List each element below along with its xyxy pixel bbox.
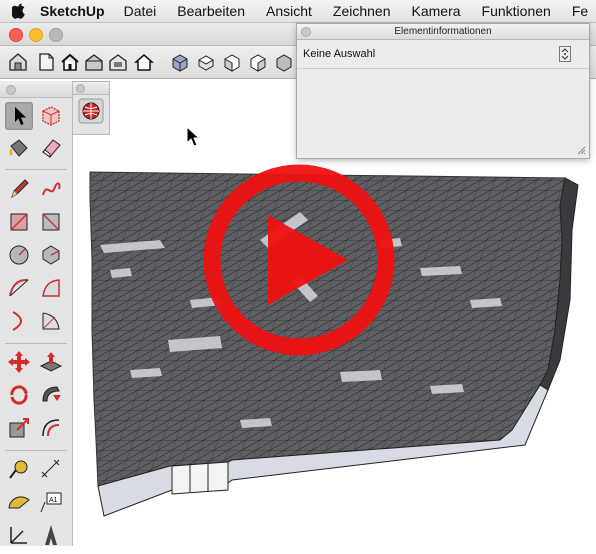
three-point-arc-icon[interactable] bbox=[37, 307, 65, 335]
arc-icon[interactable] bbox=[5, 274, 33, 302]
back-view-icon[interactable] bbox=[274, 52, 294, 72]
top-view-icon[interactable] bbox=[196, 52, 216, 72]
entity-info-close-icon[interactable] bbox=[301, 27, 311, 37]
menu-zeichnen[interactable]: Zeichnen bbox=[333, 3, 391, 19]
palette-close-icon[interactable] bbox=[6, 85, 16, 95]
palette-divider bbox=[5, 343, 67, 344]
text-tool-label: A1 bbox=[49, 497, 58, 504]
expand-details-icon[interactable] bbox=[559, 46, 571, 62]
apple-icon[interactable] bbox=[12, 3, 26, 19]
follow-me-icon[interactable] bbox=[37, 381, 65, 409]
3d-text-icon[interactable] bbox=[37, 521, 65, 549]
menu-funktionen[interactable]: Funktionen bbox=[482, 3, 551, 19]
menu-app-name[interactable]: SketchUp bbox=[40, 3, 105, 19]
menu-kamera[interactable]: Kamera bbox=[412, 3, 461, 19]
menu-fenster[interactable]: Fe bbox=[572, 3, 588, 19]
two-point-arc-icon[interactable] bbox=[5, 307, 33, 335]
rotate-icon[interactable] bbox=[5, 381, 33, 409]
front-view-icon[interactable] bbox=[222, 52, 242, 72]
text-icon[interactable]: A1 bbox=[37, 488, 65, 516]
entity-info-header: Elementinformationen bbox=[297, 24, 589, 40]
pencil-icon[interactable] bbox=[5, 175, 33, 203]
freehand-icon[interactable] bbox=[37, 175, 65, 203]
play-video-icon[interactable] bbox=[202, 163, 396, 357]
select-arrow-icon[interactable] bbox=[5, 102, 33, 130]
rotated-rect-icon[interactable] bbox=[37, 208, 65, 236]
minimize-window-button[interactable] bbox=[29, 28, 43, 42]
right-view-icon[interactable] bbox=[248, 52, 268, 72]
menu-bar: SketchUp Datei Bearbeiten Ansicht Zeichn… bbox=[0, 0, 596, 23]
house-outline-icon[interactable] bbox=[134, 52, 154, 72]
dimension-icon[interactable] bbox=[37, 455, 65, 483]
mouse-cursor-icon bbox=[186, 126, 200, 147]
iso-view-icon[interactable] bbox=[170, 52, 190, 72]
tape-measure-icon[interactable] bbox=[5, 455, 33, 483]
close-window-button[interactable] bbox=[9, 28, 23, 42]
pie-arc-icon[interactable] bbox=[37, 274, 65, 302]
home-icon[interactable] bbox=[60, 52, 80, 72]
entity-info-title: Elementinformationen bbox=[394, 26, 492, 37]
resize-grip-icon[interactable] bbox=[576, 145, 586, 155]
move-icon[interactable] bbox=[5, 348, 33, 376]
menu-ansicht[interactable]: Ansicht bbox=[266, 3, 312, 19]
paint-bucket-icon[interactable] bbox=[5, 134, 33, 162]
component-icon[interactable] bbox=[37, 102, 65, 130]
floating-palette-header bbox=[73, 82, 109, 95]
palette-divider bbox=[5, 169, 67, 170]
eraser-icon[interactable] bbox=[37, 134, 65, 162]
polygon-icon[interactable] bbox=[37, 241, 65, 269]
floating-palette-close-icon[interactable] bbox=[76, 84, 85, 93]
menu-datei[interactable]: Datei bbox=[124, 3, 157, 19]
tool-palette: A1 bbox=[0, 81, 73, 546]
axes-icon[interactable] bbox=[5, 521, 33, 549]
push-pull-icon[interactable] bbox=[37, 348, 65, 376]
camera-icon[interactable] bbox=[108, 52, 128, 72]
selection-status: Keine Auswahl bbox=[303, 48, 376, 60]
floating-palette bbox=[72, 81, 110, 135]
rectangle-icon[interactable] bbox=[5, 208, 33, 236]
scale-icon[interactable] bbox=[5, 414, 33, 442]
menu-bearbeiten[interactable]: Bearbeiten bbox=[177, 3, 245, 19]
house-front-icon[interactable] bbox=[8, 52, 28, 72]
circle-icon[interactable] bbox=[5, 241, 33, 269]
entity-info-panel: Elementinformationen Keine Auswahl bbox=[296, 23, 590, 159]
entity-info-row: Keine Auswahl bbox=[297, 40, 589, 69]
offset-icon[interactable] bbox=[37, 414, 65, 442]
tool-palette-header bbox=[0, 81, 72, 98]
palette-divider bbox=[5, 450, 67, 451]
protractor-icon[interactable] bbox=[5, 488, 33, 516]
page-icon[interactable] bbox=[36, 52, 56, 72]
extension-globe-icon[interactable] bbox=[78, 98, 104, 124]
roof-icon[interactable] bbox=[84, 52, 104, 72]
zoom-window-button[interactable] bbox=[49, 28, 63, 42]
